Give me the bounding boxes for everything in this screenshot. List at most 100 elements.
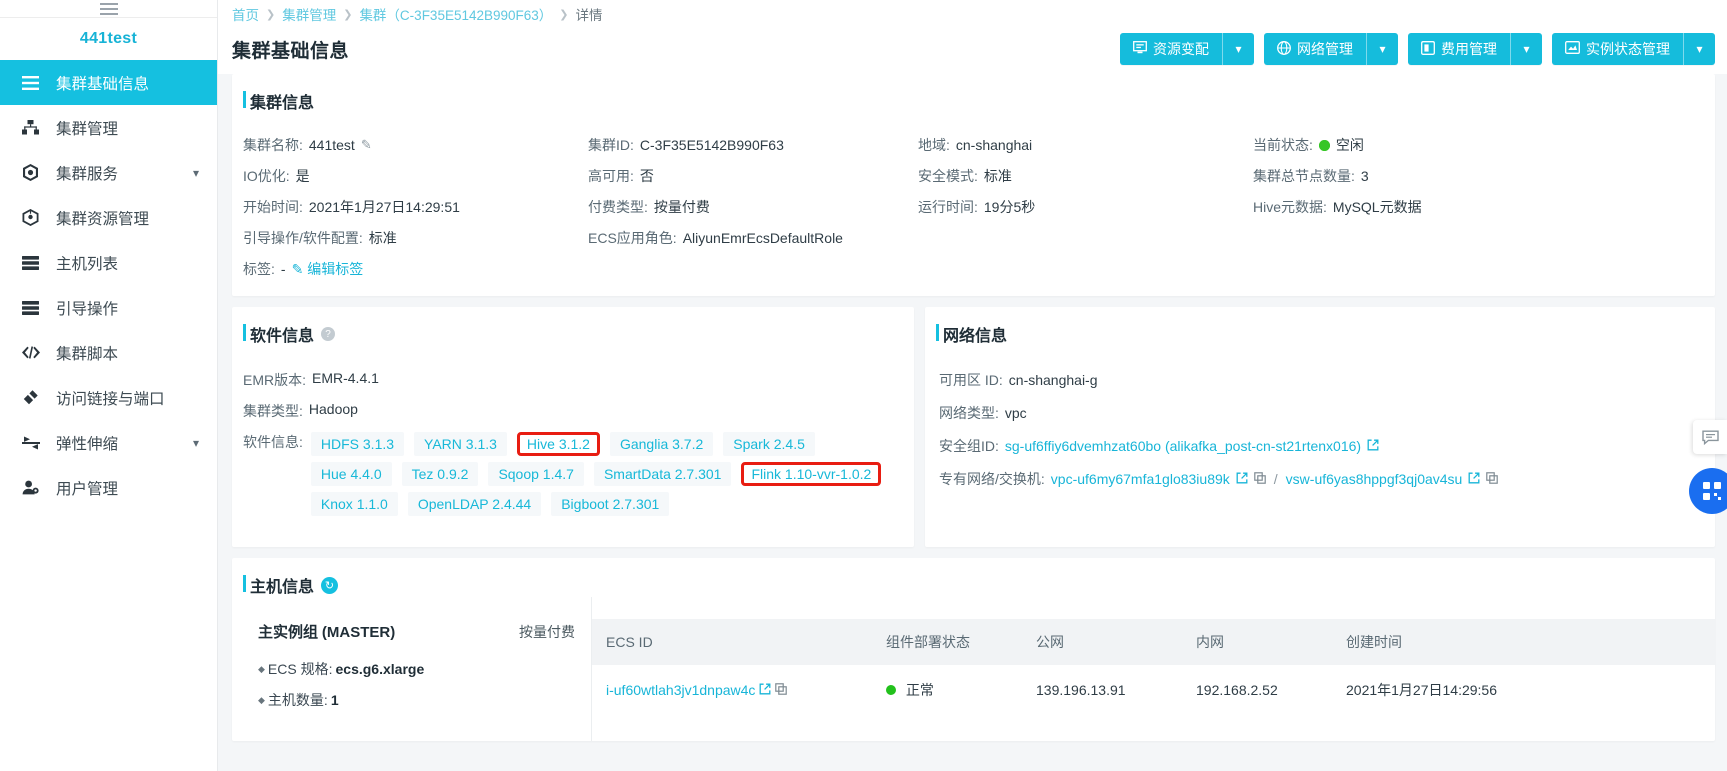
field-io-optimized: IO优化: 是	[243, 166, 588, 186]
field-run-time: 运行时间: 19分5秒	[918, 197, 1253, 217]
software-tag-list: HDFS 3.1.3 YARN 3.1.3 Hive 3.1.2 Ganglia…	[303, 432, 903, 516]
sidebar-collapse-bar[interactable]	[0, 0, 217, 18]
software-tag[interactable]: HDFS 3.1.3	[310, 432, 405, 456]
field-value: cn-shanghai-g	[1008, 372, 1098, 388]
field-key: 集群总节点数量:	[1253, 168, 1355, 184]
field-spacer	[1253, 228, 1715, 248]
external-link-icon[interactable]	[759, 683, 774, 698]
instance-status-management-button[interactable]: 实例状态管理 ▾	[1552, 33, 1715, 65]
page-header: 集群基础信息 资源变配 ▾ 网络管理 ▾ 费用管理 ▾ 实例状态管理 ▾	[218, 24, 1727, 74]
external-link-icon[interactable]	[1236, 472, 1248, 487]
software-tag[interactable]: Tez 0.9.2	[401, 462, 479, 486]
path-separator: /	[1273, 471, 1278, 487]
copy-icon[interactable]	[774, 683, 787, 698]
edit-tags-link[interactable]: ✎ 编辑标签	[292, 259, 364, 279]
field-value: C-3F35E5142B990F63	[639, 137, 784, 153]
copy-icon[interactable]	[1486, 471, 1499, 487]
breadcrumb-home[interactable]: 首页	[232, 4, 259, 24]
sidebar-item-access-links-ports[interactable]: 访问链接与端口	[0, 375, 217, 420]
field-value: 是	[295, 168, 310, 184]
vpc-link[interactable]: vpc-uf6my67mfa1glo83iu89k	[1051, 471, 1230, 487]
copy-icon[interactable]	[1253, 471, 1266, 487]
security-group-link[interactable]: sg-uf6ffiy6dvemhzat60bo (alikafka_post-c…	[1005, 438, 1361, 454]
refresh-icon[interactable]: ↻	[321, 576, 339, 594]
software-tag[interactable]: Knox 1.1.0	[310, 492, 398, 516]
column-header-private-ip[interactable]: 内网	[1182, 619, 1332, 665]
software-tag[interactable]: YARN 3.1.3	[414, 432, 507, 456]
help-icon[interactable]: ?	[321, 327, 336, 341]
external-link-icon[interactable]	[1367, 439, 1379, 454]
scale-icon	[22, 436, 48, 450]
chevron-down-icon[interactable]: ▾	[1684, 33, 1715, 65]
chevron-down-icon[interactable]: ▾	[193, 436, 199, 450]
sidebar-item-host-list[interactable]: 主机列表	[0, 240, 217, 285]
software-tag-highlighted-hive[interactable]: Hive 3.1.2	[516, 432, 600, 456]
field-key: Hive元数据:	[1253, 199, 1327, 215]
sidebar-item-cluster-services[interactable]: 集群服务 ▾	[0, 150, 217, 195]
sidebar-item-cluster-scripts[interactable]: 集群脚本	[0, 330, 217, 375]
chevron-down-icon[interactable]: ▾	[1511, 33, 1542, 65]
column-header-deploy-status[interactable]: 组件部署状态	[872, 619, 1022, 665]
field-cluster-name: 集群名称: 441test ✎	[243, 135, 588, 155]
field-value: 空闲	[1335, 137, 1364, 153]
sidebar-item-label: 集群脚本	[56, 345, 119, 363]
billing-management-button[interactable]: 费用管理 ▾	[1408, 33, 1542, 65]
field-key: 网络类型:	[939, 405, 999, 421]
chevron-down-icon[interactable]: ▾	[1367, 33, 1398, 65]
cell-deploy-status: 正常	[872, 665, 1022, 715]
attr-key: ECS 规格:	[267, 661, 333, 677]
column-header-public-ip[interactable]: 公网	[1022, 619, 1182, 665]
main-content: 首页 ❯ 集群管理 ❯ 集群（C-3F35E5142B990F63） ❯ 详情 …	[218, 0, 1727, 771]
sidebar-item-elastic-scaling[interactable]: 弹性伸缩 ▾	[0, 420, 217, 465]
sidebar-item-label: 集群资源管理	[56, 210, 150, 228]
software-tag[interactable]: Spark 2.4.5	[723, 432, 815, 456]
resource-change-button[interactable]: 资源变配 ▾	[1120, 33, 1254, 65]
hamburger-icon[interactable]	[99, 2, 118, 15]
sidebar-item-user-management[interactable]: 用户管理	[0, 465, 217, 510]
action-label: 费用管理	[1441, 41, 1497, 57]
breadcrumb: 首页 ❯ 集群管理 ❯ 集群（C-3F35E5142B990F63） ❯ 详情	[218, 0, 1727, 24]
software-tag[interactable]: Hue 4.4.0	[310, 462, 392, 486]
host-table: ECS ID 组件部署状态 公网 内网 创建时间 i-uf60wtlah3jv1…	[592, 619, 1715, 715]
sidebar-item-cluster-basic-info[interactable]: 集群基础信息	[0, 60, 217, 105]
instance-group-name: 主实例组	[258, 624, 319, 641]
software-tag-highlighted-flink[interactable]: Flink 1.10-vvr-1.0.2	[741, 462, 882, 486]
sidebar-item-cluster-management[interactable]: 集群管理	[0, 105, 217, 150]
external-link-icon[interactable]	[1468, 472, 1480, 487]
globe-icon	[1277, 40, 1291, 58]
breadcrumb-cluster[interactable]: 集群（C-3F35E5142B990F63）	[359, 4, 552, 24]
software-tag[interactable]: Ganglia 3.7.2	[609, 432, 714, 456]
field-key: 当前状态:	[1253, 137, 1313, 153]
sidebar-item-cluster-resource-management[interactable]: 集群资源管理	[0, 195, 217, 240]
section-label: 网络信息	[943, 328, 1008, 345]
breadcrumb-cluster-management[interactable]: 集群管理	[282, 4, 336, 24]
breadcrumb-separator-icon: ❯	[559, 8, 569, 21]
chevron-down-icon[interactable]: ▾	[193, 166, 199, 180]
column-header-created-time[interactable]: 创建时间	[1332, 619, 1715, 665]
qr-code-button[interactable]	[1689, 468, 1727, 514]
software-tag[interactable]: Sqoop 1.4.7	[488, 462, 584, 486]
network-management-button[interactable]: 网络管理 ▾	[1264, 33, 1398, 65]
code-icon	[22, 346, 48, 359]
page-title: 集群基础信息	[232, 40, 350, 62]
column-header-ecs-id[interactable]: ECS ID	[592, 619, 872, 665]
table-row: i-uf60wtlah3jv1dnpaw4c 正常 139.196.13.91 …	[592, 665, 1715, 715]
instance-group-pay-type: 按量付费	[519, 624, 575, 640]
ecs-id-link[interactable]: i-uf60wtlah3jv1dnpaw4c	[606, 682, 755, 698]
field-security-mode: 安全模式: 标准	[918, 166, 1253, 186]
software-tag[interactable]: Bigboot 2.7.301	[551, 492, 670, 516]
field-key: 集群名称:	[243, 137, 303, 153]
vswitch-link[interactable]: vsw-uf6yas8hppgf3qj0av4su	[1286, 471, 1463, 487]
software-tag[interactable]: SmartData 2.7.301	[593, 462, 732, 486]
attr-value: 1	[330, 692, 339, 708]
content-scroll-area[interactable]: 集群信息 集群名称: 441test ✎ 集群ID: C-3F35E5142B9…	[218, 74, 1727, 771]
chevron-down-icon[interactable]: ▾	[1223, 33, 1254, 65]
feedback-button[interactable]	[1693, 420, 1727, 454]
field-key: 专有网络/交换机:	[939, 471, 1045, 487]
sidebar-item-label: 引导操作	[56, 300, 119, 318]
software-tag[interactable]: OpenLDAP 2.4.44	[407, 492, 542, 516]
host-info-title: 主机信息 ↻	[232, 558, 1715, 597]
header-actions: 资源变配 ▾ 网络管理 ▾ 费用管理 ▾ 实例状态管理 ▾	[1120, 33, 1715, 65]
edit-pencil-icon[interactable]: ✎	[361, 137, 372, 153]
sidebar-item-bootstrap-actions[interactable]: 引导操作	[0, 285, 217, 330]
